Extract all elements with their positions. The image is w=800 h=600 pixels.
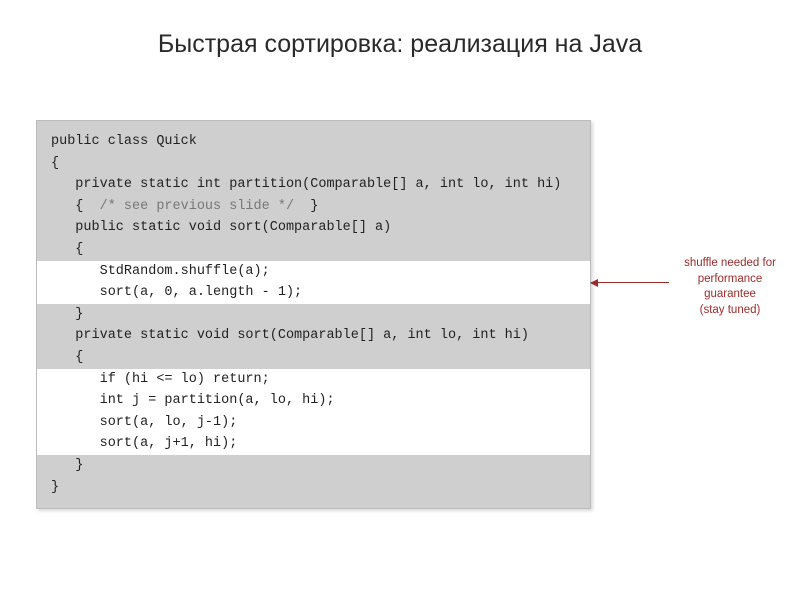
annotation-line: performance guarantee: [675, 272, 785, 303]
code-line: StdRandom.shuffle(a);: [37, 261, 590, 283]
code-highlight-recursion: if (hi <= lo) return; int j = partition(…: [37, 369, 590, 455]
annotation-line: shuffle needed for: [675, 256, 785, 272]
content-row: public class Quick { private static int …: [36, 120, 780, 520]
code-line: }: [37, 477, 590, 499]
code-line: sort(a, lo, j-1);: [37, 412, 590, 434]
slide: Быстрая сортировка: реализация на Java p…: [0, 0, 800, 600]
annotation-text: shuffle needed for performance guarantee…: [675, 256, 785, 318]
code-line: sort(a, 0, a.length - 1);: [37, 282, 590, 304]
code-line: }: [37, 304, 590, 326]
code-line: {: [37, 239, 590, 261]
arrow-left-icon: [591, 282, 669, 283]
code-comment: /* see previous slide */: [100, 199, 294, 214]
code-line: public static void sort(Comparable[] a): [37, 217, 590, 239]
code-block: public class Quick { private static int …: [36, 120, 591, 509]
code-highlight-shuffle: StdRandom.shuffle(a); sort(a, 0, a.lengt…: [37, 261, 590, 304]
code-line: private static int partition(Comparable[…: [37, 174, 590, 196]
code-line: {: [37, 347, 590, 369]
code-line: sort(a, j+1, hi);: [37, 433, 590, 455]
code-line: int j = partition(a, lo, hi);: [37, 390, 590, 412]
code-line: }: [37, 455, 590, 477]
code-line: {: [37, 153, 590, 175]
code-line: if (hi <= lo) return;: [37, 369, 590, 391]
code-line: private static void sort(Comparable[] a,…: [37, 325, 590, 347]
annotation-line: (stay tuned): [675, 303, 785, 319]
code-line: public class Quick: [37, 131, 590, 153]
code-line: { /* see previous slide */ }: [37, 196, 590, 218]
annotation-area: shuffle needed for performance guarantee…: [591, 120, 780, 520]
slide-title: Быстрая сортировка: реализация на Java: [0, 0, 800, 79]
